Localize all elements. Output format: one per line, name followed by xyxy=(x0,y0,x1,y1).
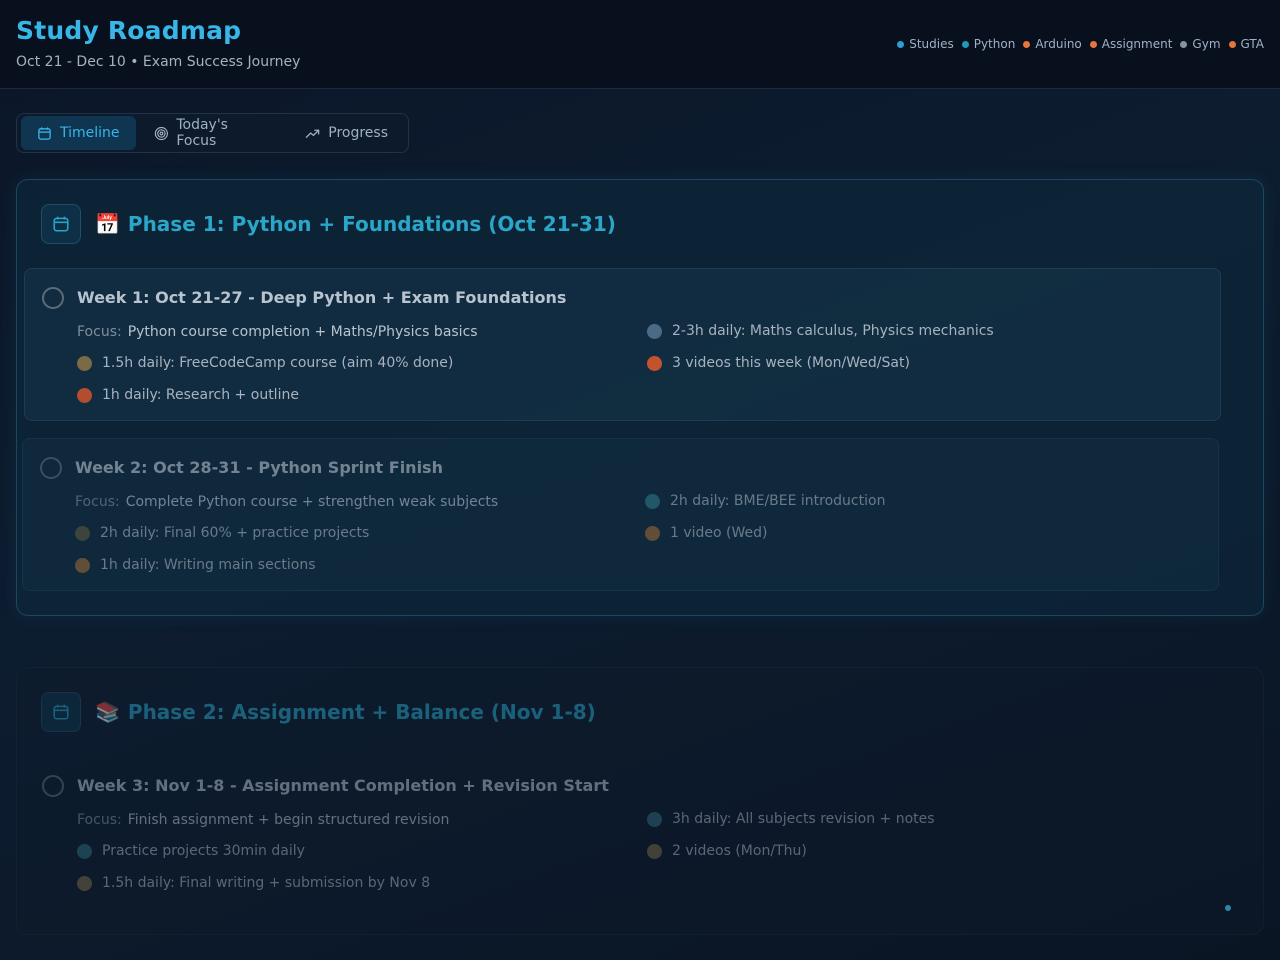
task-dot xyxy=(647,811,662,827)
task-dot xyxy=(77,875,92,891)
legend-dot xyxy=(1228,40,1236,48)
app-header: Study Roadmap Oct 21 - Dec 10 • Exam Suc… xyxy=(0,0,1280,89)
tab-progress[interactable]: Progress xyxy=(289,116,404,150)
task-dot xyxy=(75,557,90,573)
task-dot xyxy=(647,323,662,339)
trending-up-icon xyxy=(306,129,320,138)
legend-dot xyxy=(1089,40,1097,48)
task-item[interactable]: 2h daily: BME/BEE introduction xyxy=(645,493,885,509)
week-card-1[interactable]: Week 1: Oct 21-27 - Deep Python + Exam F… xyxy=(24,268,1221,421)
tab-timeline[interactable]: Timeline xyxy=(21,116,136,150)
task-dot xyxy=(647,355,662,371)
phase-card-1: 📅 Phase 1: Python + Foundations (Oct 21-… xyxy=(16,179,1264,616)
phase-header: 📚 Phase 2: Assignment + Balance (Nov 1-8… xyxy=(41,692,596,732)
week-checkbox[interactable] xyxy=(40,457,62,479)
week-checkbox[interactable] xyxy=(42,287,64,309)
task-dot xyxy=(77,355,92,371)
books-emoji-icon: 📚 xyxy=(95,700,120,724)
task-dot xyxy=(647,843,662,859)
task-item[interactable]: 2-3h daily: Maths calculus, Physics mech… xyxy=(647,323,994,339)
legend-dot xyxy=(1023,40,1031,48)
week-title: Week 1: Oct 21-27 - Deep Python + Exam F… xyxy=(77,288,567,307)
task-item[interactable]: 3h daily: All subjects revision + notes xyxy=(647,811,935,827)
calendar-icon xyxy=(38,126,51,140)
legend-item-gym: Gym xyxy=(1180,37,1221,51)
week-card-3[interactable]: Week 3: Nov 1-8 - Assignment Completion … xyxy=(24,756,1221,909)
legend-item-gta: GTA xyxy=(1228,37,1264,51)
legend-item-assignment: Assignment xyxy=(1089,37,1172,51)
legend-item-arduino: Arduino xyxy=(1023,37,1082,51)
phase-card-2: 📚 Phase 2: Assignment + Balance (Nov 1-8… xyxy=(16,667,1264,935)
week-card-2[interactable]: Week 2: Oct 28-31 - Python Sprint Finish… xyxy=(22,438,1219,591)
calendar-icon xyxy=(53,704,69,720)
task-dot xyxy=(77,387,92,403)
calendar-icon xyxy=(53,216,69,232)
task-item[interactable]: 1 video (Wed) xyxy=(645,525,768,541)
week-focus: Focus: Complete Python course + strengthe… xyxy=(75,494,499,510)
task-dot xyxy=(75,525,90,541)
phase-title: 📚 Phase 2: Assignment + Balance (Nov 1-8… xyxy=(95,700,596,724)
view-tabs: Timeline Today's Focus Progress xyxy=(16,113,409,153)
task-item[interactable]: 1.5h daily: Final writing + submission b… xyxy=(77,875,430,891)
page-subtitle: Oct 21 - Dec 10 • Exam Success Journey xyxy=(16,54,301,70)
week-title: Week 2: Oct 28-31 - Python Sprint Finish xyxy=(75,458,443,477)
task-dot xyxy=(645,493,660,509)
legend-item-python: Python xyxy=(961,37,1015,51)
task-dot xyxy=(77,843,92,859)
calendar-emoji-icon: 📅 xyxy=(95,212,120,236)
task-item[interactable]: 1h daily: Writing main sections xyxy=(75,557,316,573)
legend-dot xyxy=(1180,40,1188,48)
week-focus: Focus: Finish assignment + begin structur… xyxy=(77,812,450,828)
task-dot xyxy=(645,525,660,541)
task-item[interactable]: 1h daily: Research + outline xyxy=(77,387,299,403)
phase-calendar-button[interactable] xyxy=(41,204,81,244)
task-item[interactable]: 1.5h daily: FreeCodeCamp course (aim 40%… xyxy=(77,355,453,371)
week-title: Week 3: Nov 1-8 - Assignment Completion … xyxy=(77,776,609,795)
category-legend: Studies Python Arduino Assignment Gym GT… xyxy=(897,37,1264,51)
legend-dot xyxy=(897,40,905,48)
task-item[interactable]: 2h daily: Final 60% + practice projects xyxy=(75,525,369,541)
status-dot xyxy=(1225,905,1231,911)
legend-item-studies: Studies xyxy=(897,37,954,51)
task-item[interactable]: 2 videos (Mon/Thu) xyxy=(647,843,807,859)
target-icon xyxy=(154,126,168,140)
week-checkbox[interactable] xyxy=(42,775,64,797)
page-title: Study Roadmap xyxy=(16,16,242,45)
task-item[interactable]: Practice projects 30min daily xyxy=(77,843,305,859)
week-focus: Focus: Python course completion + Maths/P… xyxy=(77,324,478,340)
legend-dot xyxy=(961,40,969,48)
tab-todays-focus[interactable]: Today's Focus xyxy=(138,116,288,150)
phase-title: 📅 Phase 1: Python + Foundations (Oct 21-… xyxy=(95,212,616,236)
task-item[interactable]: 3 videos this week (Mon/Wed/Sat) xyxy=(647,355,910,371)
phase-header: 📅 Phase 1: Python + Foundations (Oct 21-… xyxy=(41,204,616,244)
phase-calendar-button[interactable] xyxy=(41,692,81,732)
